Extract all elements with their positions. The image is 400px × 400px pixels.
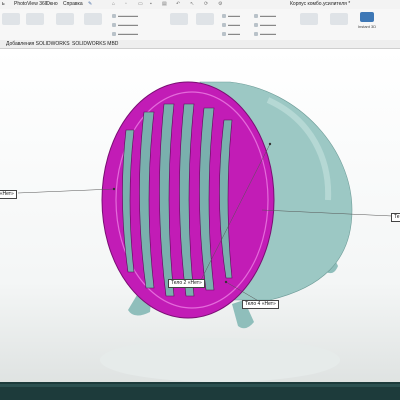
feature-icon bbox=[112, 22, 116, 27]
instant3d-icon[interactable] bbox=[360, 12, 374, 22]
ribbon-small-button-1[interactable]: ▬▬▬▬▬ bbox=[112, 13, 138, 19]
ribbon-small-button-6[interactable]: ▬▬▬ bbox=[222, 31, 240, 37]
save-icon[interactable]: ▪ bbox=[150, 1, 152, 7]
options-icon[interactable]: ⚙ bbox=[218, 1, 222, 7]
callout-anchor-left bbox=[112, 187, 116, 191]
instant3d-label: Instant 3D bbox=[357, 24, 377, 29]
feature-icon bbox=[112, 31, 116, 36]
ribbon-small-button-7[interactable]: ▬▬▬▬ bbox=[254, 13, 276, 19]
feature-icon bbox=[254, 13, 258, 18]
ribbon-small-button-9[interactable]: ▬▬▬▬ bbox=[254, 31, 276, 37]
menu-item-help[interactable]: Справка bbox=[63, 1, 83, 7]
home-icon[interactable]: ⌂ bbox=[112, 1, 115, 7]
tab-solidworks-addins[interactable]: Добавления SOLIDWORKS bbox=[4, 41, 72, 47]
file-icon[interactable]: ▫ bbox=[125, 1, 127, 7]
callout-anchor-bottom bbox=[224, 280, 228, 284]
ribbon-big-button-1[interactable] bbox=[2, 13, 20, 25]
select-icon[interactable]: ↖ bbox=[190, 1, 194, 7]
graphics-area[interactable]: Тело 1 «Нет» Тело 2 «Нет» Тело 4 «Нет» Т… bbox=[0, 49, 400, 382]
ribbon-big-button-4[interactable] bbox=[84, 13, 102, 25]
callout-body-4[interactable]: Тело 4 «Нет» bbox=[242, 300, 279, 309]
ribbon-big-button-5[interactable] bbox=[170, 13, 188, 25]
undo-icon[interactable]: ↶ bbox=[176, 1, 180, 7]
callout-anchor-center bbox=[268, 142, 272, 146]
document-title: Корпус комбо.усилителя * bbox=[290, 1, 351, 7]
ribbon-small-button-4[interactable]: ▬▬▬ bbox=[222, 13, 240, 19]
callout-body-2[interactable]: Тело 2 «Нет» bbox=[168, 279, 205, 288]
command-ribbon: ▬▬▬▬▬ ▬▬▬▬▬ ▬▬▬▬▬ ▬▬▬ ▬▬▬ ▬▬▬ ▬▬▬▬ ▬▬▬▬ … bbox=[0, 9, 400, 41]
menu-item-partial[interactable]: ь bbox=[2, 1, 5, 7]
feature-icon bbox=[222, 13, 226, 18]
tab-solidworks-mbd[interactable]: SOLIDWORKS MBD bbox=[70, 41, 120, 47]
menu-item-photoview[interactable]: PhotoView 360 bbox=[14, 1, 48, 7]
menu-item-window[interactable]: Окно bbox=[46, 1, 58, 7]
ribbon-big-button-3[interactable] bbox=[56, 13, 74, 25]
open-icon[interactable]: ▭ bbox=[138, 1, 143, 7]
feature-icon bbox=[112, 13, 116, 18]
pin-icon[interactable]: ✎ bbox=[88, 1, 92, 7]
ribbon-big-button-7[interactable] bbox=[300, 13, 318, 25]
taskbar bbox=[0, 382, 400, 400]
ribbon-big-button-6[interactable] bbox=[196, 13, 214, 25]
feature-icon bbox=[222, 31, 226, 36]
command-manager-tabs: Добавления SOLIDWORKS SOLIDWORKS MBD bbox=[0, 40, 400, 49]
feature-icon bbox=[254, 22, 258, 27]
taskbar-strip bbox=[0, 384, 400, 387]
rebuild-icon[interactable]: ⟳ bbox=[204, 1, 208, 7]
callout-body-right[interactable]: Те bbox=[391, 213, 400, 222]
ribbon-big-button-8[interactable] bbox=[330, 13, 348, 25]
ribbon-small-button-5[interactable]: ▬▬▬ bbox=[222, 22, 240, 28]
model-view bbox=[17, 81, 393, 382]
ribbon-small-button-2[interactable]: ▬▬▬▬▬ bbox=[112, 22, 138, 28]
ribbon-small-button-3[interactable]: ▬▬▬▬▬ bbox=[112, 31, 138, 37]
floor-reflection bbox=[100, 338, 340, 382]
feature-icon bbox=[222, 22, 226, 27]
callout-body-1[interactable]: Тело 1 «Нет» bbox=[0, 190, 17, 199]
ribbon-big-button-2[interactable] bbox=[26, 13, 44, 25]
print-icon[interactable]: ▤ bbox=[162, 1, 167, 7]
feature-icon bbox=[254, 31, 258, 36]
ribbon-small-button-8[interactable]: ▬▬▬▬ bbox=[254, 22, 276, 28]
